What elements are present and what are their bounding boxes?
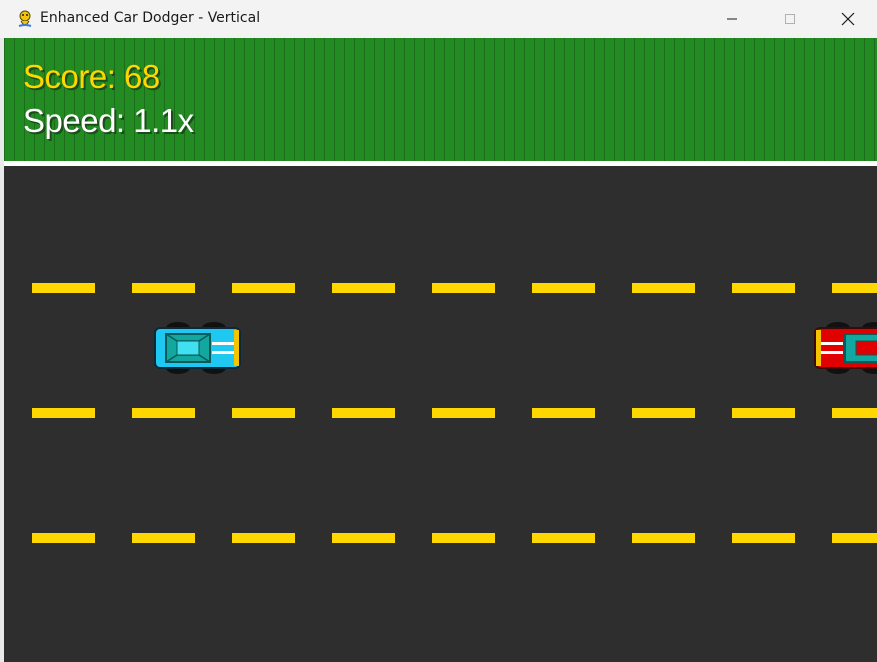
minimize-icon [727, 18, 737, 20]
lane-dash [632, 283, 695, 293]
lane-dash [32, 283, 95, 293]
pygame-snake-icon [18, 10, 32, 27]
close-icon [841, 12, 855, 26]
lane-dash [232, 283, 295, 293]
lane-dash [632, 408, 695, 418]
lane-dash [532, 283, 595, 293]
lane-dash [432, 283, 495, 293]
window-title: Enhanced Car Dodger - Vertical [40, 10, 261, 26]
car-windshield [855, 340, 877, 356]
lane-dash [632, 533, 695, 543]
close-button[interactable] [818, 0, 877, 38]
lane-dash [732, 533, 795, 543]
lane-dash [332, 408, 395, 418]
lane-dash [332, 533, 395, 543]
lane-dash [532, 408, 595, 418]
lane-dash [432, 533, 495, 543]
lane-dash [432, 408, 495, 418]
car-windshield [176, 340, 200, 356]
lane-dash [232, 533, 295, 543]
game-canvas[interactable]: Score: 68 Speed: 1.1x [4, 38, 877, 662]
lane-dash [732, 408, 795, 418]
window-titlebar[interactable]: Enhanced Car Dodger - Vertical [0, 0, 877, 39]
player-car [154, 322, 241, 374]
car-bumper [234, 330, 239, 366]
lane-dash [32, 408, 95, 418]
maximize-button[interactable] [760, 0, 820, 38]
lane-dash [832, 283, 877, 293]
lane-dash [132, 283, 195, 293]
lane-dash [332, 283, 395, 293]
lane-dash [132, 408, 195, 418]
lane-dash [132, 533, 195, 543]
lane-dash [32, 533, 95, 543]
lane-dash [532, 533, 595, 543]
lane-dash [232, 408, 295, 418]
maximize-icon [785, 14, 795, 24]
car-bumper [816, 330, 821, 366]
enemy-car [814, 322, 877, 374]
lane-dash [832, 408, 877, 418]
minimize-button[interactable] [702, 0, 762, 38]
lane-dash [732, 283, 795, 293]
lane-dash [832, 533, 877, 543]
road-lane-markings [32, 283, 877, 543]
